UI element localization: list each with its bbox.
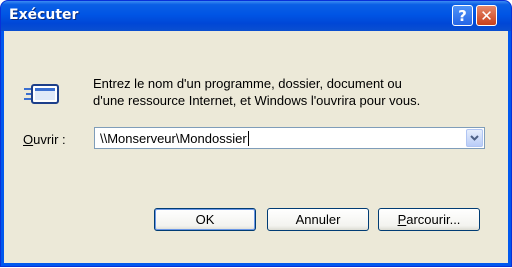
open-combobox[interactable]: \\Monserveur\Mondossier bbox=[94, 127, 485, 149]
description-text: Entrez le nom d'un programme, dossier, d… bbox=[93, 75, 493, 109]
help-icon: ? bbox=[458, 7, 467, 25]
run-program-icon bbox=[24, 84, 59, 104]
help-button[interactable]: ? bbox=[452, 5, 473, 26]
dialog-body: Entrez le nom d'un programme, dossier, d… bbox=[4, 31, 508, 263]
open-label: Ouvrir : bbox=[23, 132, 66, 147]
close-button[interactable]: ✕ bbox=[476, 5, 497, 26]
open-input[interactable]: \\Monserveur\Mondossier bbox=[100, 131, 249, 146]
description-line-1: Entrez le nom d'un programme, dossier, d… bbox=[93, 76, 402, 91]
close-icon: ✕ bbox=[480, 7, 493, 25]
window-title: Exécuter bbox=[9, 7, 79, 23]
title-bar[interactable]: Exécuter ? ✕ bbox=[1, 1, 511, 31]
run-dialog: Exécuter ? ✕ Entrez le nom d'un programm… bbox=[0, 0, 512, 267]
browse-button[interactable]: Parcourir... bbox=[378, 208, 480, 231]
ok-button[interactable]: OK bbox=[154, 208, 256, 231]
chevron-down-icon bbox=[470, 135, 479, 141]
dropdown-button[interactable] bbox=[466, 129, 483, 147]
cancel-button[interactable]: Annuler bbox=[267, 208, 369, 231]
description-line-2: d'une ressource Internet, et Windows l'o… bbox=[93, 93, 421, 108]
